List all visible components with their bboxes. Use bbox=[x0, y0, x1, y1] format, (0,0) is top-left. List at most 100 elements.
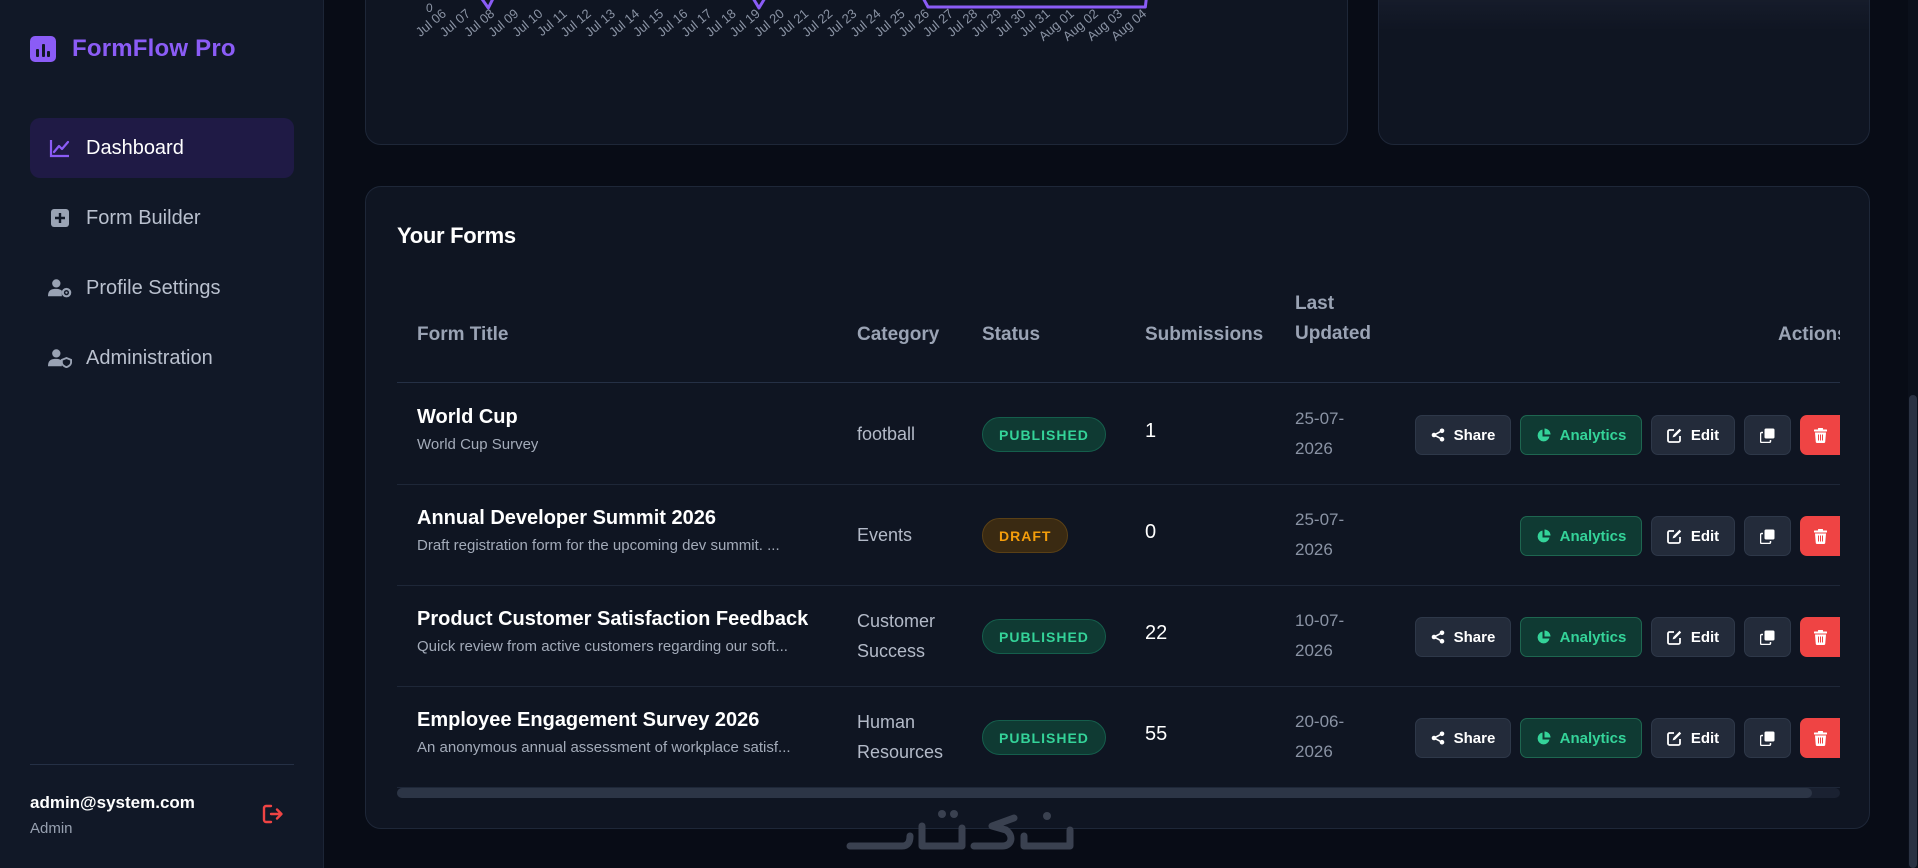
form-description: Draft registration form for the upcoming… bbox=[417, 537, 780, 554]
duplicate-button[interactable] bbox=[1744, 718, 1791, 758]
last-updated-date-line2: 2026 bbox=[1295, 540, 1333, 559]
delete-button[interactable] bbox=[1800, 718, 1840, 758]
form-title[interactable]: Annual Developer Summit 2026 bbox=[417, 507, 716, 530]
sidebar-item-form-builder[interactable]: Form Builder bbox=[30, 188, 294, 248]
sidebar-nav: Dashboard Form Builder Profile Settings … bbox=[30, 118, 294, 398]
duplicate-button[interactable] bbox=[1744, 516, 1791, 556]
sidebar-item-label: Administration bbox=[86, 346, 213, 369]
sidebar-item-administration[interactable]: Administration bbox=[30, 328, 294, 388]
form-category-line1: Customer bbox=[857, 611, 936, 631]
plus-square-icon bbox=[48, 207, 72, 229]
table-row: Employee Engagement Survey 2026 An anonym… bbox=[397, 687, 1840, 788]
sidebar-item-profile-settings[interactable]: Profile Settings bbox=[30, 258, 294, 318]
table-header: Form Title Category Status Submissions L… bbox=[397, 289, 1840, 383]
submissions-chart: 0Jul 06Jul 07Jul 08Jul 09Jul 10Jul 11Jul… bbox=[413, 0, 1149, 44]
edit-button[interactable]: Edit bbox=[1651, 516, 1735, 556]
share-button-label: Share bbox=[1453, 729, 1496, 747]
column-header-actions: Actions bbox=[1778, 324, 1840, 345]
form-category: Events bbox=[857, 520, 967, 550]
form-description: World Cup Survey bbox=[417, 436, 539, 453]
edit-button-label: Edit bbox=[1690, 729, 1720, 747]
share-button[interactable]: Share bbox=[1415, 617, 1511, 657]
edit-icon bbox=[1666, 428, 1691, 443]
sidebar-item-dashboard[interactable]: Dashboard bbox=[30, 118, 294, 178]
user-shield-icon bbox=[48, 347, 72, 369]
submission-count: 22 bbox=[1145, 622, 1168, 644]
form-description: An anonymous annual assessment of workpl… bbox=[417, 739, 791, 756]
column-header-last-updated[interactable]: Last Updated bbox=[1295, 289, 1371, 349]
status-badge: DRAFT bbox=[982, 518, 1069, 553]
form-title[interactable]: Product Customer Satisfaction Feedback bbox=[417, 608, 808, 631]
form-category-line1: Human bbox=[857, 712, 916, 732]
duplicate-button[interactable] bbox=[1744, 415, 1791, 455]
submission-count: 55 bbox=[1145, 723, 1168, 745]
column-header-category[interactable]: Category bbox=[857, 320, 939, 350]
share-icon bbox=[1431, 428, 1454, 442]
form-description: Quick review from active customers regar… bbox=[417, 638, 788, 655]
last-updated-date-line2: 2026 bbox=[1295, 439, 1333, 458]
analytics-button-label: Analytics bbox=[1559, 628, 1627, 646]
trash-icon bbox=[1813, 427, 1837, 443]
sidebar-divider bbox=[30, 764, 294, 765]
last-updated-date: 20-06- 2026 bbox=[1295, 707, 1375, 767]
column-header-status[interactable]: Status bbox=[982, 320, 1040, 350]
analytics-button[interactable]: Analytics bbox=[1520, 718, 1642, 758]
form-category: Human Resources bbox=[857, 707, 967, 767]
analytics-button[interactable]: Analytics bbox=[1520, 516, 1642, 556]
brand[interactable]: FormFlow Pro bbox=[30, 35, 236, 63]
user-email: admin@system.com bbox=[30, 793, 195, 812]
horizontal-scrollbar-thumb[interactable] bbox=[397, 788, 1812, 798]
submission-count: 0 bbox=[1145, 521, 1157, 543]
trash-icon bbox=[1813, 528, 1837, 544]
form-category: Customer Success bbox=[857, 606, 967, 666]
series-line bbox=[480, 0, 1148, 10]
delete-button[interactable] bbox=[1800, 617, 1840, 657]
sidebar-item-label: Form Builder bbox=[86, 206, 201, 229]
trash-icon bbox=[1813, 730, 1837, 746]
logout-icon[interactable] bbox=[262, 803, 284, 825]
column-header-form-title[interactable]: Form Title bbox=[417, 320, 509, 350]
analytics-button-label: Analytics bbox=[1559, 729, 1627, 747]
forms-section-title: Your Forms bbox=[397, 223, 516, 248]
analytics-button[interactable]: Analytics bbox=[1520, 415, 1642, 455]
page-scrollbar[interactable] bbox=[1908, 0, 1918, 868]
form-category: football bbox=[857, 419, 967, 449]
page-scrollbar-thumb[interactable] bbox=[1909, 395, 1917, 868]
edit-button[interactable]: Edit bbox=[1651, 718, 1735, 758]
pie-chart-icon bbox=[1536, 630, 1560, 645]
trash-icon bbox=[1813, 629, 1837, 645]
last-updated-date-line1: 20-06- bbox=[1295, 712, 1345, 731]
delete-button[interactable] bbox=[1800, 415, 1840, 455]
edit-button[interactable]: Edit bbox=[1651, 617, 1735, 657]
copy-icon bbox=[1760, 630, 1775, 645]
last-updated-date-line2: 2026 bbox=[1295, 641, 1333, 660]
duplicate-button[interactable] bbox=[1744, 617, 1791, 657]
table-row: Product Customer Satisfaction Feedback Qu… bbox=[397, 586, 1840, 687]
form-category-line1: Events bbox=[857, 525, 913, 545]
column-header-last-updated-line1: Last bbox=[1295, 293, 1335, 314]
delete-button[interactable] bbox=[1800, 516, 1840, 556]
last-updated-date-line1: 25-07- bbox=[1295, 510, 1345, 529]
horizontal-scrollbar[interactable] bbox=[397, 788, 1840, 798]
column-header-submissions[interactable]: Submissions bbox=[1145, 320, 1263, 350]
last-updated-date: 25-07- 2026 bbox=[1295, 404, 1375, 464]
copy-icon bbox=[1760, 428, 1775, 443]
pie-chart-icon bbox=[1536, 731, 1560, 746]
share-button[interactable]: Share bbox=[1415, 718, 1511, 758]
last-updated-date-line1: 10-07- bbox=[1295, 611, 1345, 630]
submission-count: 1 bbox=[1145, 420, 1157, 442]
user-gear-icon bbox=[48, 277, 72, 299]
status-badge: PUBLISHED bbox=[982, 619, 1106, 654]
table-row: Annual Developer Summit 2026 Draft regist… bbox=[397, 485, 1840, 586]
form-title[interactable]: Employee Engagement Survey 2026 bbox=[417, 709, 759, 732]
edit-icon bbox=[1666, 731, 1691, 746]
share-button-label: Share bbox=[1453, 628, 1496, 646]
edit-button[interactable]: Edit bbox=[1651, 415, 1735, 455]
copy-icon bbox=[1760, 529, 1775, 544]
user-role: Admin bbox=[30, 820, 73, 837]
form-title[interactable]: World Cup bbox=[417, 406, 518, 429]
secondary-chart-card bbox=[1378, 0, 1870, 145]
analytics-button[interactable]: Analytics bbox=[1520, 617, 1642, 657]
share-button[interactable]: Share bbox=[1415, 415, 1511, 455]
last-updated-date: 10-07- 2026 bbox=[1295, 606, 1375, 666]
